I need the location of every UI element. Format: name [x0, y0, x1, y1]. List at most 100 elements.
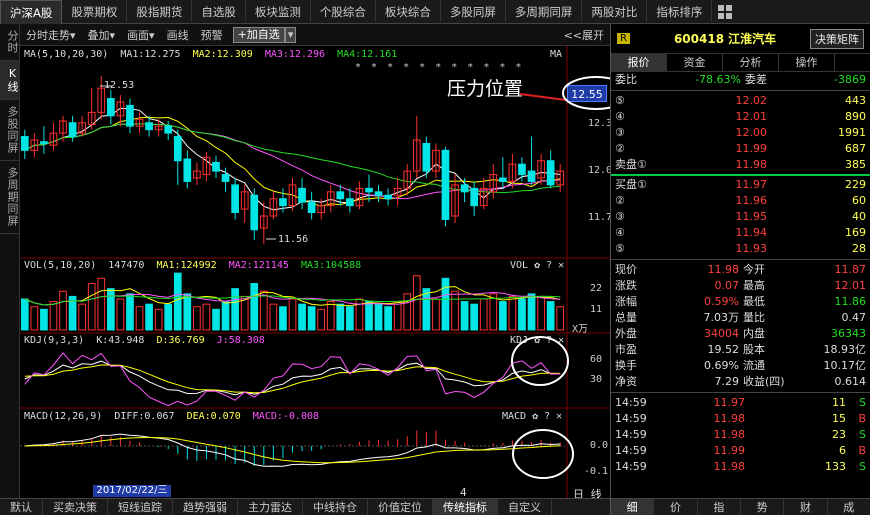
detail-tab[interactable]: 成	[828, 499, 870, 515]
stat-label: 总量	[615, 311, 637, 324]
volume-bar	[269, 303, 278, 331]
volume-bar	[49, 301, 58, 331]
volume-bar	[384, 306, 392, 331]
tick-side: B	[858, 412, 866, 425]
left-view-tab[interactable]: 分时	[0, 24, 20, 61]
stat-label: 流通	[743, 359, 765, 372]
topnav-tab[interactable]: 股票期权	[62, 0, 128, 24]
tick-price: 11.98	[713, 428, 746, 441]
kdj-corner: KDJ ✿? ✕	[510, 335, 570, 346]
toolbar-item[interactable]: 叠加▾	[82, 27, 122, 43]
tick-volume: 133	[825, 460, 846, 473]
candle-body	[212, 161, 220, 172]
grid-menu-icon[interactable]	[718, 4, 733, 19]
indicator-tab[interactable]: 价值定位	[368, 499, 433, 515]
quote-tab[interactable]: 操作	[779, 54, 835, 71]
indicator-tab[interactable]: 主力雷达	[238, 499, 303, 515]
volume-bar	[212, 308, 220, 331]
indicator-tab[interactable]: 中线持仓	[303, 499, 368, 515]
candle-body	[173, 136, 182, 162]
topnav-tab[interactable]: 两股对比	[582, 0, 648, 24]
candle-body	[68, 122, 77, 138]
volume-bar	[479, 298, 488, 331]
indicator-tab[interactable]: 传统指标	[433, 499, 498, 515]
settings-icon[interactable]: ✿	[532, 411, 538, 422]
close-icon[interactable]: ✕	[558, 335, 564, 346]
volume-bar	[40, 308, 48, 331]
candle-body	[279, 198, 287, 207]
volume-bar	[346, 306, 354, 331]
volume-bar	[460, 301, 469, 331]
stat-value: 36343	[831, 327, 866, 340]
indicator-tab[interactable]: 默认	[0, 499, 43, 515]
stat-value: 10.17亿	[823, 359, 867, 372]
quote-tab[interactable]: 资金	[667, 54, 723, 71]
macd-corner: MACD ✿? ✕	[502, 411, 568, 422]
detail-tab[interactable]: 价	[654, 499, 698, 515]
book-price: 12.01	[735, 110, 768, 123]
detail-tab[interactable]: 财	[784, 499, 828, 515]
grid-cell	[718, 4, 725, 11]
book-volume: 687	[845, 142, 866, 155]
topnav-tab[interactable]: 沪深A股	[0, 0, 63, 24]
topnav-tab[interactable]: 板块综合	[376, 0, 441, 24]
y-tick-12-3: 12.3	[588, 118, 613, 129]
volume-bar	[470, 303, 479, 331]
macd-diff: DIFF:0.067	[114, 411, 175, 422]
vol-value: 147470	[108, 260, 145, 271]
stat-row: 涨跌 0.07 最高 12.01	[611, 278, 870, 294]
topnav-tab[interactable]: 多股同屏	[441, 0, 506, 24]
close-icon[interactable]: ✕	[558, 260, 564, 271]
book-price: 11.96	[735, 194, 768, 207]
topnav-tab[interactable]: 个股综合	[311, 0, 376, 24]
indicator-tab[interactable]: 买卖决策	[43, 499, 108, 515]
candle-body	[441, 149, 450, 220]
stat-label: 换手	[615, 359, 637, 372]
detail-tab[interactable]: 指	[698, 499, 741, 515]
decision-matrix-button[interactable]: 决策矩阵	[810, 28, 864, 49]
help-icon[interactable]: ?	[546, 335, 552, 346]
toolbar-item[interactable]: 画面▾	[121, 27, 161, 43]
left-view-tab[interactable]: 多周期同屏	[0, 161, 20, 234]
order-book-row: 买盘① 11.97 229	[611, 177, 870, 193]
left-view-tab[interactable]: K线	[0, 61, 20, 100]
ask-book: ⑤ 12.02 443 ④ 12.01 890 ③ 12.00 1991 ② 11.99 687 卖盘①…	[611, 93, 870, 173]
topnav-tab[interactable]: 自选股	[192, 0, 246, 24]
toolbar-item[interactable]: 画线	[161, 27, 195, 43]
topnav-tab[interactable]: 股指期货	[127, 0, 193, 24]
book-price: 11.98	[735, 158, 768, 171]
topnav-tab[interactable]: 指标排序	[647, 0, 713, 24]
help-icon[interactable]: ?	[544, 411, 550, 422]
settings-icon[interactable]: ✿	[534, 335, 540, 346]
topnav-tab[interactable]: 板块监测	[246, 0, 311, 24]
indicator-tab[interactable]: 短线追踪	[108, 499, 173, 515]
volume-bar	[288, 298, 297, 331]
expand-button[interactable]: <<展开	[558, 27, 610, 43]
kline-chart-area[interactable]: MA(5,10,20,30) MA1:12.275 MA2:12.309 MA3…	[20, 46, 613, 501]
quote-tab[interactable]: 分析	[723, 54, 779, 71]
ma-corner-label: MA	[550, 49, 563, 60]
close-icon[interactable]: ✕	[556, 411, 562, 422]
kline-chart-svg[interactable]	[20, 46, 610, 498]
quote-tab[interactable]: 报价	[611, 54, 667, 71]
volume-bar	[202, 303, 211, 331]
topnav-tab[interactable]: 多周期同屏	[506, 0, 583, 24]
indicator-tab[interactable]: 趋势强弱	[173, 499, 238, 515]
detail-tab[interactable]: 势	[741, 499, 785, 515]
candle-body	[499, 177, 507, 182]
toolbar-item[interactable]: 预警	[195, 27, 229, 43]
indicator-tab[interactable]: 自定义	[498, 499, 552, 515]
candle-body	[183, 158, 192, 182]
left-view-tab[interactable]: 多股同屏	[0, 100, 20, 161]
stat-value: 34004	[704, 327, 739, 340]
detail-tab[interactable]: 细	[611, 499, 655, 515]
add-favorite-button[interactable]: +加自选	[232, 26, 285, 43]
help-icon[interactable]: ?	[546, 260, 552, 271]
volume-bar	[126, 293, 134, 331]
book-level: 买盘①	[615, 178, 647, 191]
book-price: 11.99	[735, 142, 768, 155]
dropdown-arrow-icon[interactable]: ▾	[284, 26, 297, 43]
tick-time: 14:59	[615, 412, 647, 425]
settings-icon[interactable]: ✿	[534, 260, 540, 271]
toolbar-item[interactable]: 分时走势▾	[20, 27, 82, 43]
